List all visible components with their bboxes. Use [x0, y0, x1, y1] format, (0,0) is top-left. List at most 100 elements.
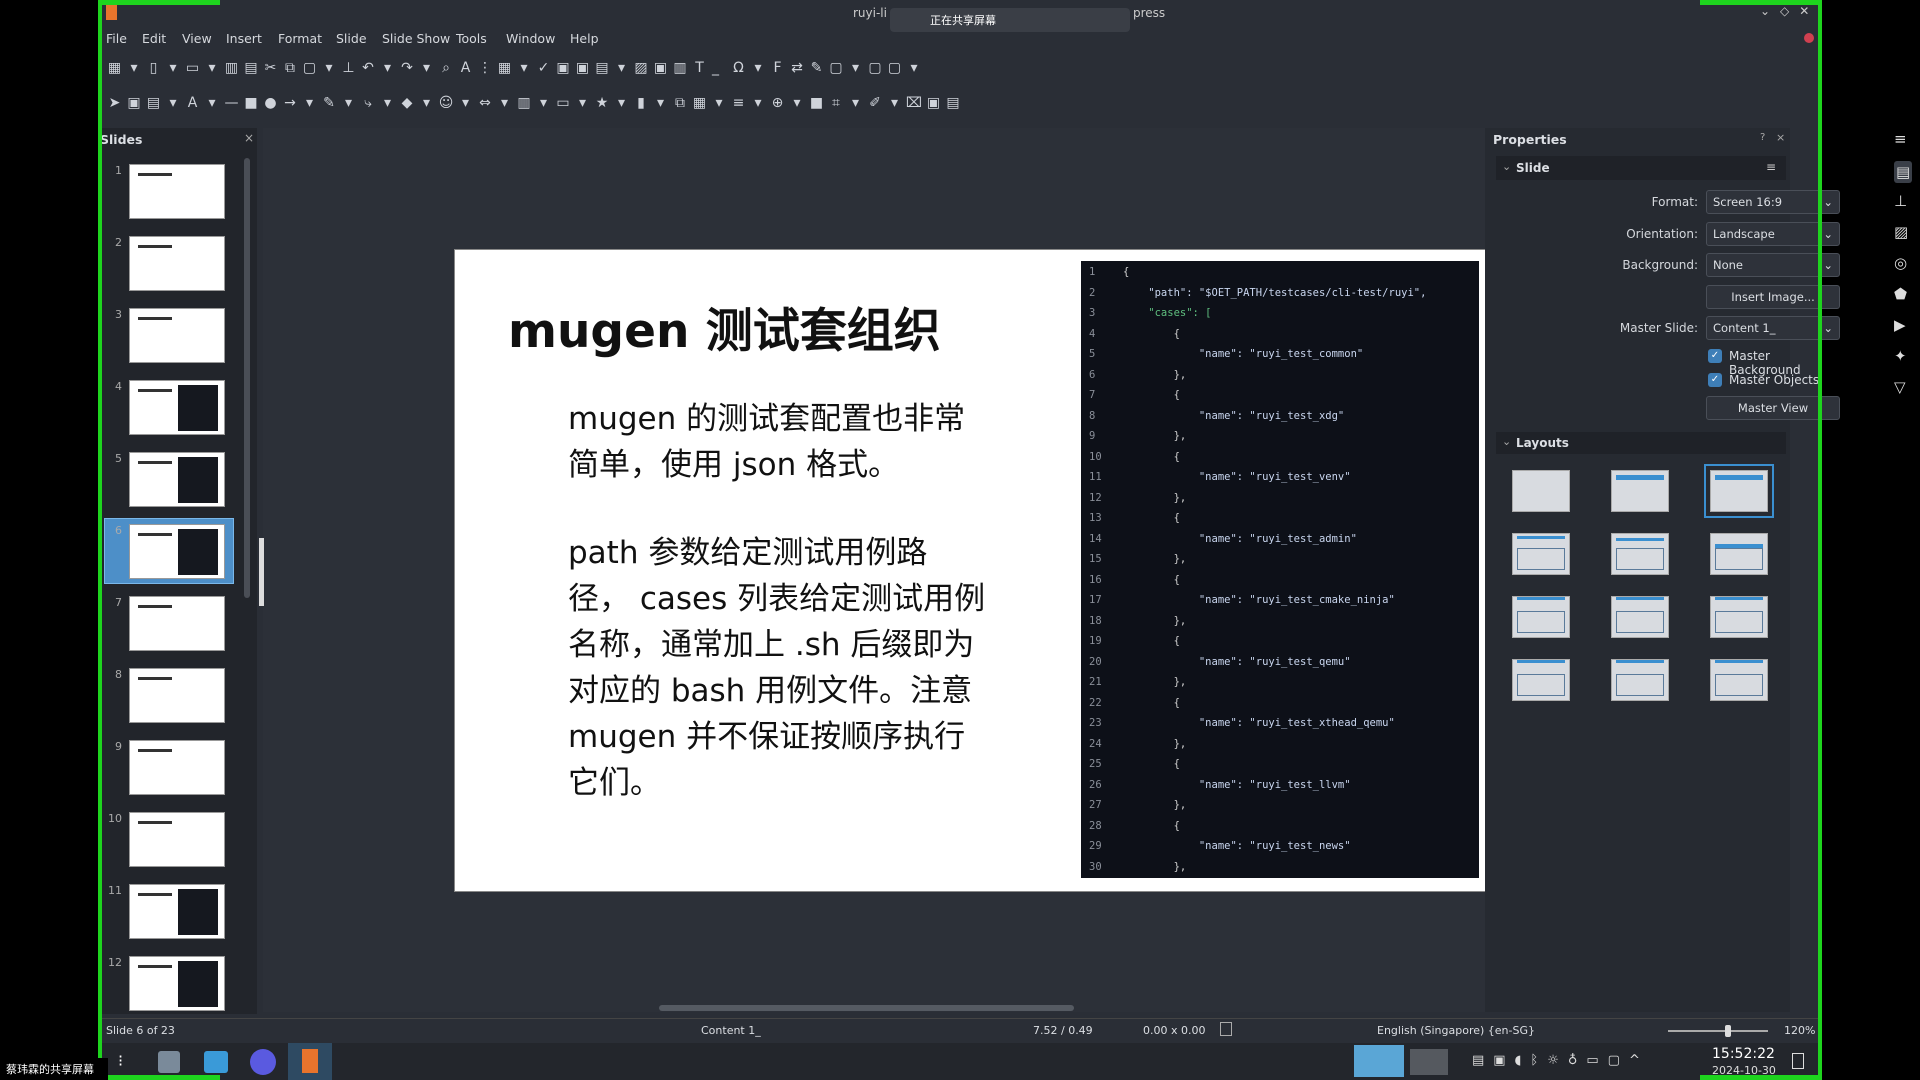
- toolbar-button-icon[interactable]: ⋮: [477, 60, 494, 77]
- body-line[interactable]: 名称，通常加上 .sh 后缀即为: [568, 619, 974, 664]
- firefox-icon[interactable]: [250, 1049, 276, 1075]
- zoom-slider[interactable]: [1668, 1025, 1768, 1037]
- impress-task-active[interactable]: [288, 1043, 332, 1080]
- launcher-icon[interactable]: ⁝: [118, 1051, 123, 1070]
- sidebar-tab-icon[interactable]: ▤: [1894, 161, 1913, 183]
- toolbar-button-icon[interactable]: ▾: [321, 60, 338, 77]
- slide-thumbnail[interactable]: [129, 884, 225, 939]
- toolbar-button-icon[interactable]: ▣: [555, 60, 572, 77]
- toolbar-button-icon[interactable]: ■: [243, 95, 260, 112]
- toolbar-button-icon[interactable]: T: [691, 60, 708, 77]
- toolbar-button-icon[interactable]: ⌕: [438, 60, 455, 77]
- toolbar-button-icon[interactable]: ▾: [847, 95, 864, 112]
- toolbar-button-icon[interactable]: ✎: [321, 95, 338, 112]
- menu-view[interactable]: View: [182, 31, 212, 46]
- toolbar-button-icon[interactable]: ▢: [828, 60, 845, 77]
- toolbar-button-icon[interactable]: →: [282, 95, 299, 112]
- toolbar-button-icon[interactable]: ▾: [496, 95, 513, 112]
- toolbar-button-icon[interactable]: ▾: [789, 95, 806, 112]
- toolbar-button-icon[interactable]: ⊥: [340, 60, 357, 77]
- toolbar-button-icon[interactable]: ⇄: [789, 60, 806, 77]
- body-line[interactable]: mugen 并不保证按顺序执行: [568, 711, 965, 756]
- toolbar-button-icon[interactable]: ✓: [535, 60, 552, 77]
- body-line[interactable]: 对应的 bash 用例文件。注意: [568, 665, 972, 710]
- desktop-pager-2[interactable]: [1410, 1049, 1448, 1075]
- toolbar-button-icon[interactable]: ↶: [360, 60, 377, 77]
- menu-help[interactable]: Help: [570, 31, 599, 46]
- toolbar-button-icon[interactable]: ▾: [711, 95, 728, 112]
- toolbar-button-icon[interactable]: ▢: [886, 60, 903, 77]
- toolbar-button-icon[interactable]: ▾: [204, 60, 221, 77]
- toolbar-button-icon[interactable]: ▤: [145, 95, 162, 112]
- body-line[interactable]: 它们。: [568, 757, 661, 802]
- slide-thumbnail[interactable]: [129, 956, 225, 1011]
- sidebar-tab-icon[interactable]: ✦: [1894, 347, 1907, 365]
- system-tray-icons[interactable]: ▤▣◖ᛒ☼♁▭▢^: [1472, 1053, 1649, 1068]
- layout-option[interactable]: [1611, 470, 1669, 512]
- slide-thumbnail[interactable]: [129, 740, 225, 795]
- toolbar-button-icon[interactable]: ✂: [262, 60, 279, 77]
- layout-option[interactable]: [1611, 659, 1669, 701]
- sidebar-tab-icon[interactable]: ⬟: [1894, 285, 1907, 303]
- toolbar-button-icon[interactable]: ▣: [574, 60, 591, 77]
- body-line[interactable]: path 参数给定测试用例路: [568, 527, 927, 572]
- toolbar-button-icon[interactable]: A: [457, 60, 474, 77]
- toolbar-button-icon[interactable]: ▮: [633, 95, 650, 112]
- toolbar-button-icon[interactable]: ▾: [301, 95, 318, 112]
- toolbar-button-icon[interactable]: ☺: [438, 95, 455, 112]
- slide-thumbnail[interactable]: [129, 596, 225, 651]
- toolbar-button-icon[interactable]: ➤: [106, 95, 123, 112]
- slide-thumbnail[interactable]: [129, 812, 225, 867]
- body-line[interactable]: 简单，使用 json 格式。: [568, 439, 899, 484]
- slides-panel-close[interactable]: ×: [244, 131, 254, 145]
- toolbar-button-icon[interactable]: ▾: [126, 60, 143, 77]
- toolbar-button-icon[interactable]: ▯: [145, 60, 162, 77]
- toolbar-button-icon[interactable]: ▾: [457, 95, 474, 112]
- menu-tools[interactable]: Tools: [456, 31, 487, 46]
- desktop-pager-1[interactable]: [1354, 1045, 1404, 1077]
- sidebar-tab-icon[interactable]: ▶: [1894, 316, 1906, 334]
- body-line[interactable]: 径， cases 列表给定测试用例: [568, 573, 985, 618]
- toolbar-button-icon[interactable]: ⧉: [282, 60, 299, 77]
- sidebar-tab-icon[interactable]: ⊥: [1894, 192, 1907, 210]
- layout-option[interactable]: [1611, 596, 1669, 638]
- code-screenshot-image[interactable]: 1{2 "path": "$OET_PATH/testcases/cli-tes…: [1081, 261, 1479, 878]
- toolbar-button-icon[interactable]: ▦: [691, 95, 708, 112]
- horizontal-scrollbar[interactable]: [659, 1005, 1074, 1011]
- layout-option[interactable]: [1512, 659, 1570, 701]
- window-controls[interactable]: ⌄◇✕: [1760, 4, 1819, 18]
- toolbar-button-icon[interactable]: ■: [808, 95, 825, 112]
- toolbar-button-icon[interactable]: ⌧: [906, 95, 923, 112]
- show-desktop-icon[interactable]: [1792, 1053, 1804, 1069]
- toolbar-button-icon[interactable]: ▥: [223, 60, 240, 77]
- toolbar-button-icon[interactable]: ▾: [613, 95, 630, 112]
- layout-option[interactable]: [1611, 533, 1669, 575]
- toolbar-button-icon[interactable]: ▭: [555, 95, 572, 112]
- menu-edit[interactable]: Edit: [142, 31, 166, 46]
- toolbar-button-icon[interactable]: ✐: [867, 95, 884, 112]
- menu-insert[interactable]: Insert: [226, 31, 262, 46]
- app-monitor-icon[interactable]: [158, 1051, 180, 1073]
- body-line[interactable]: mugen 的测试套配置也非常: [568, 393, 965, 438]
- layout-option[interactable]: [1710, 596, 1768, 638]
- toolbar-button-icon[interactable]: ⌗: [828, 95, 845, 112]
- toolbar-button-icon[interactable]: ▦: [106, 60, 123, 77]
- toolbar-button-icon[interactable]: ▾: [613, 60, 630, 77]
- master-objects-checkbox[interactable]: ✓: [1708, 373, 1722, 387]
- toolbar-button-icon[interactable]: ▾: [379, 95, 396, 112]
- toolbar-button-icon[interactable]: Ω: [730, 60, 747, 77]
- sidebar-tab-icon[interactable]: ▽: [1894, 378, 1906, 396]
- toolbar-button-icon[interactable]: ▣: [126, 95, 143, 112]
- layout-option[interactable]: [1704, 464, 1774, 518]
- toolbar-button-icon[interactable]: ▾: [418, 60, 435, 77]
- toolbar-button-icon[interactable]: ▾: [750, 95, 767, 112]
- left-pane-toggle[interactable]: [259, 538, 264, 606]
- toolbar-button-icon[interactable]: ▾: [750, 60, 767, 77]
- toolbar-button-icon[interactable]: ▢: [301, 60, 318, 77]
- slide-thumbnail[interactable]: [129, 452, 225, 507]
- toolbar-button-icon[interactable]: ▦: [496, 60, 513, 77]
- sidebar-tab-icon[interactable]: ◎: [1894, 254, 1907, 272]
- clock-time[interactable]: 15:52:22: [1712, 1046, 1775, 1062]
- toolbar-button-icon[interactable]: ▨: [633, 60, 650, 77]
- zoom-slider-handle[interactable]: [1725, 1025, 1731, 1037]
